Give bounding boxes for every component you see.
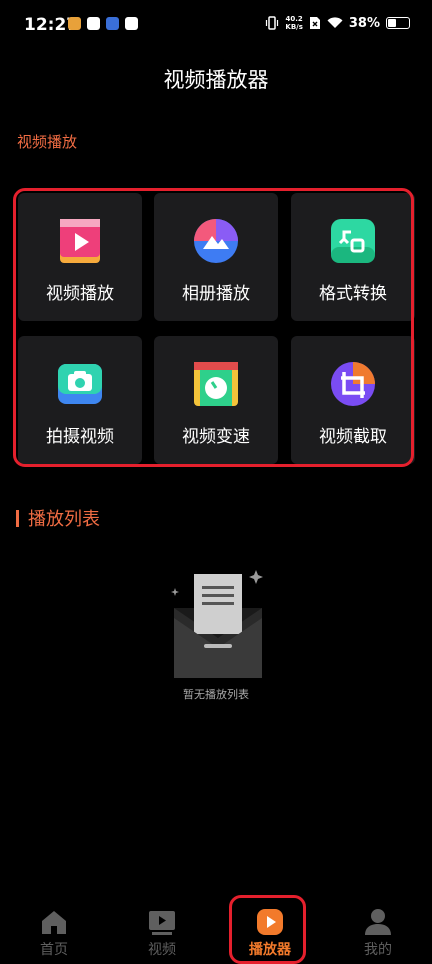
- weibo-notification-icon: [68, 17, 81, 30]
- net-speed-value: 40.2: [285, 15, 303, 23]
- bank-notification-icon: [106, 17, 119, 30]
- video-icon: [149, 911, 175, 935]
- battery-icon: [386, 17, 410, 29]
- empty-playlist-icon: [171, 570, 263, 678]
- vibrate-icon: [266, 16, 279, 30]
- no-sim-icon: [309, 17, 320, 29]
- empty-playlist-text: 暂无播放列表: [183, 688, 249, 701]
- nav-label: 首页: [40, 942, 68, 958]
- playlist-accent-bar: [16, 509, 19, 527]
- nav-item-home[interactable]: 首页: [0, 894, 108, 964]
- page-title: 视频播放器: [163, 68, 269, 92]
- message-notification-icon: [125, 17, 138, 30]
- battery-percent: 38%: [348, 15, 380, 31]
- wifi-icon: [327, 17, 343, 28]
- app-notification-icon: [87, 17, 100, 30]
- status-bar: 12:27 40.2 KB/s 38%: [0, 0, 432, 52]
- nav-item-video[interactable]: 视频: [108, 894, 216, 964]
- bottom-nav: 首页 视频 播放器 我的: [0, 894, 432, 964]
- status-right: 40.2 KB/s 38%: [265, 15, 410, 31]
- playlist-title: 播放列表: [28, 509, 100, 530]
- section-label: 视频播放: [17, 133, 78, 151]
- tools-highlight-frame: [13, 188, 414, 467]
- nav-label: 我的: [364, 942, 392, 958]
- net-speed-unit: KB/s: [285, 23, 303, 31]
- home-icon: [42, 911, 66, 934]
- notification-icons: [68, 17, 138, 30]
- net-speed: 40.2 KB/s: [285, 15, 302, 31]
- playlist-header: 播放列表: [16, 505, 100, 531]
- player-tab-highlight-frame: [229, 895, 306, 964]
- profile-icon: [365, 909, 391, 935]
- nav-item-profile[interactable]: 我的: [324, 894, 432, 964]
- nav-label: 视频: [148, 942, 176, 958]
